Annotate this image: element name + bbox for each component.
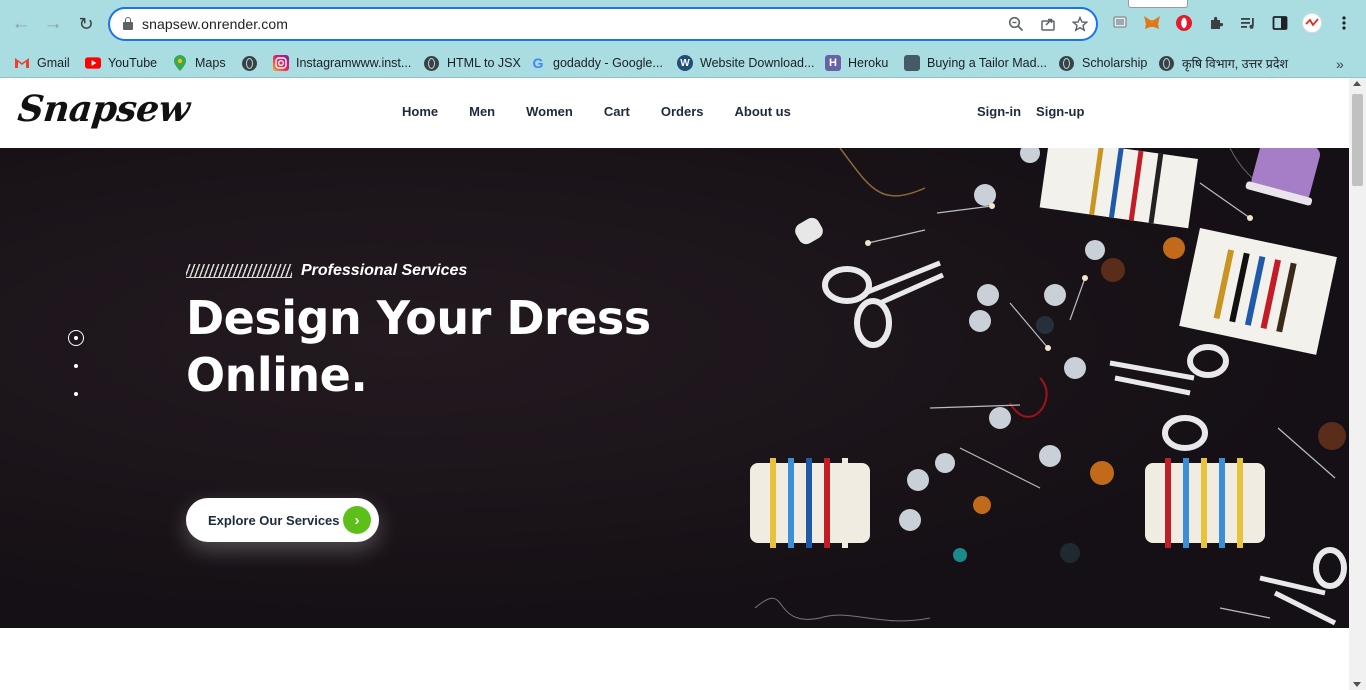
globe-icon [424, 55, 439, 71]
hero-title-line2: Online. [186, 348, 368, 402]
lock-icon[interactable] [123, 17, 133, 30]
bookmark-agriculture[interactable]: कृषि विभाग, उत्तर प्रदेश [1159, 52, 1288, 74]
zoom-icon[interactable] [1006, 14, 1026, 34]
globe-icon [1159, 55, 1174, 71]
page-viewport: Snapsew Home Men Women Cart Orders About… [0, 78, 1349, 690]
slide-dot[interactable] [74, 392, 78, 396]
puzzle-icon[interactable] [1206, 13, 1226, 33]
back-icon[interactable]: ← [9, 12, 33, 36]
gmail-icon [14, 55, 30, 71]
google-icon: G [532, 55, 544, 71]
decorative-slashes [186, 264, 292, 278]
metamask-icon[interactable] [1142, 13, 1162, 33]
bookmark-label: Gmail [37, 56, 70, 70]
bookmark-tailor[interactable]: Buying a Tailor Mad... [904, 52, 1047, 74]
bookmark-globe[interactable] [242, 52, 257, 74]
nav-men[interactable]: Men [469, 104, 495, 119]
globe-icon [242, 55, 257, 71]
hero-banner: Professional Services Design Your Dress … [0, 148, 1349, 628]
bookmark-label: godaddy - Google... [553, 56, 663, 70]
site-header: Snapsew Home Men Women Cart Orders About… [0, 78, 1349, 148]
nav-home[interactable]: Home [402, 104, 438, 119]
bookmark-scholarship[interactable]: Scholarship [1059, 52, 1147, 74]
share-icon[interactable] [1038, 14, 1058, 34]
media-icon[interactable] [1238, 13, 1258, 33]
reload-icon[interactable]: ↻ [74, 12, 98, 36]
scroll-thumb[interactable] [1352, 94, 1363, 186]
browser-toolbar: ← → ↻ snapsew.onrender.com [0, 0, 1366, 48]
bookmark-maps[interactable]: Maps [172, 52, 226, 74]
slide-dot-active[interactable] [68, 330, 84, 346]
menu-icon[interactable] [1334, 13, 1354, 33]
opera-icon[interactable] [1174, 13, 1194, 33]
hero-title-line1: Design Your Dress [186, 291, 651, 345]
bookmark-label: Maps [195, 56, 226, 70]
site-logo[interactable]: Snapsew [16, 88, 192, 130]
instagram-icon [273, 55, 289, 71]
bookmark-godaddy[interactable]: Ggodaddy - Google... [530, 52, 663, 74]
bookmark-label: Instagramwww.inst... [296, 56, 412, 70]
site-icon [904, 55, 920, 71]
bookmarks-bar: Gmail YouTube Maps Instagramwww.inst... … [0, 48, 1366, 78]
maps-icon [172, 55, 188, 71]
nav-about[interactable]: About us [735, 104, 791, 119]
bookmark-heroku[interactable]: H Heroku [825, 52, 888, 74]
signin-link[interactable]: Sign-in [977, 104, 1021, 119]
bookmark-label: Website Download... [700, 56, 815, 70]
tagline-text: Professional Services [301, 262, 468, 279]
heroku-icon: H [825, 55, 841, 71]
bookmark-label: HTML to JSX [447, 56, 521, 70]
bookmark-gmail[interactable]: Gmail [14, 52, 70, 74]
youtube-icon [85, 55, 101, 71]
url-text[interactable]: snapsew.onrender.com [142, 16, 288, 32]
slide-dot[interactable] [74, 364, 78, 368]
chevron-right-icon: › [343, 506, 371, 534]
w-icon: W [677, 55, 693, 71]
nav-women[interactable]: Women [526, 104, 573, 119]
bookmark-instagram[interactable]: Instagramwww.inst... [273, 52, 411, 74]
globe-icon [1059, 55, 1074, 71]
hero-tagline: Professional Services [186, 262, 467, 280]
sewing-supplies-image [750, 148, 1347, 626]
main-nav: Home Men Women Cart Orders About us [402, 104, 822, 119]
bookmark-label: कृषि विभाग, उत्तर प्रदेश [1182, 56, 1289, 71]
auth-links: Sign-in Sign-up [977, 104, 1099, 119]
nav-cart[interactable]: Cart [604, 104, 630, 119]
bookmark-label: YouTube [108, 56, 158, 70]
address-bar[interactable]: snapsew.onrender.com [108, 7, 1098, 41]
sidepanel-icon[interactable] [1270, 13, 1290, 33]
explore-services-button[interactable]: Explore Our Services › [186, 498, 379, 542]
nav-orders[interactable]: Orders [661, 104, 704, 119]
page-scrollbar[interactable] [1349, 78, 1366, 690]
bookmark-html-to-jsx[interactable]: HTML to JSX [424, 52, 521, 74]
chevron-right-icon[interactable]: » [1336, 56, 1344, 72]
forward-icon[interactable]: → [41, 12, 65, 36]
bookmark-label: Heroku [848, 56, 889, 70]
profile-icon[interactable] [1302, 13, 1322, 33]
tab-tooltip [1128, 0, 1188, 8]
bookmark-label: Scholarship [1082, 56, 1148, 70]
star-icon[interactable] [1070, 14, 1090, 34]
cta-label: Explore Our Services [208, 512, 340, 528]
bookmark-youtube[interactable]: YouTube [85, 52, 157, 74]
scroll-down-icon[interactable] [1353, 682, 1361, 687]
scroll-up-icon[interactable] [1353, 81, 1361, 86]
signup-link[interactable]: Sign-up [1036, 104, 1084, 119]
cast-icon[interactable] [1110, 13, 1130, 33]
bookmark-website-download[interactable]: W Website Download... [677, 52, 814, 74]
hero-title: Design Your Dress Online. [186, 290, 686, 404]
bookmark-label: Buying a Tailor Mad... [927, 56, 1047, 70]
